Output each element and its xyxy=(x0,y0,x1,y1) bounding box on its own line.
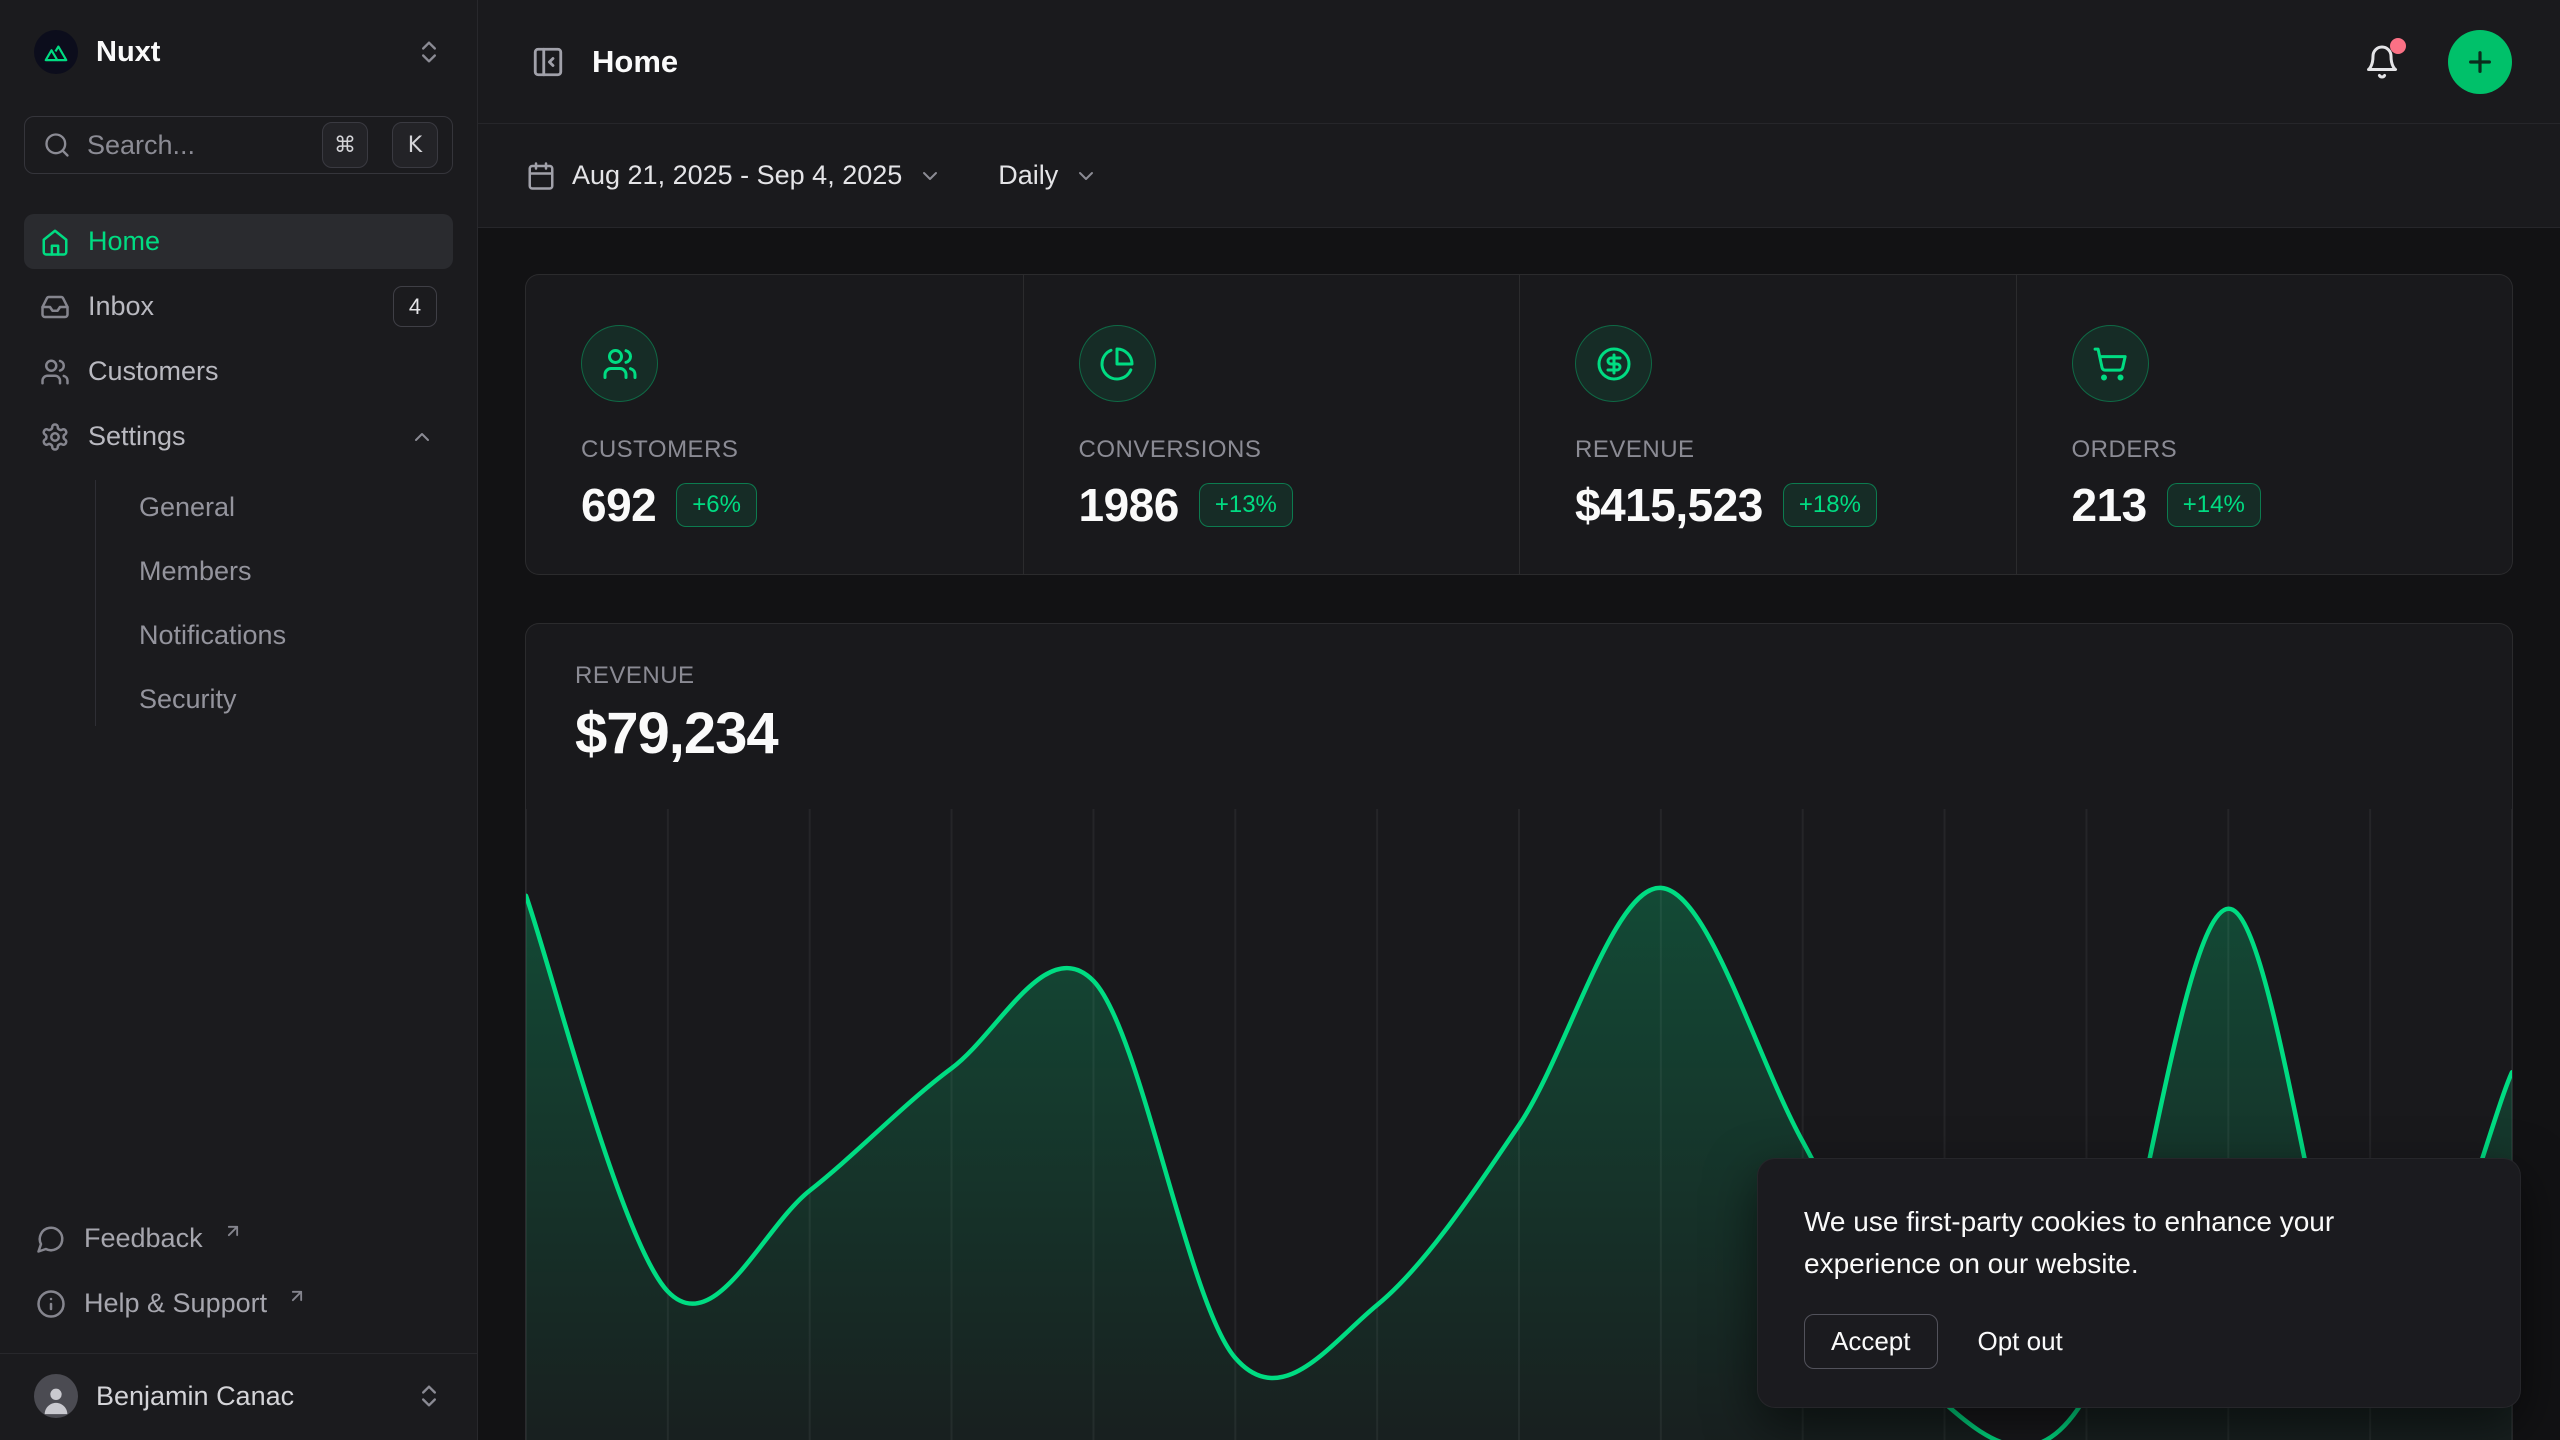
date-range-picker[interactable]: Aug 21, 2025 - Sep 4, 2025 xyxy=(526,160,942,191)
main-area: Home Aug 21, 2025 - Sep 4, 2025 Daily xyxy=(478,0,2560,1440)
stat-label: CUSTOMERS xyxy=(581,436,1023,464)
date-range-value: Aug 21, 2025 - Sep 4, 2025 xyxy=(572,160,902,191)
stat-delta-badge: +6% xyxy=(676,483,757,527)
workspace-switcher[interactable]: Nuxt xyxy=(24,20,453,84)
users-icon xyxy=(602,346,638,382)
topbar: Home xyxy=(478,0,2560,124)
footer-item-label: Feedback xyxy=(84,1223,203,1254)
user-name: Benjamin Canac xyxy=(96,1381,397,1412)
granularity-value: Daily xyxy=(998,160,1058,191)
add-button[interactable] xyxy=(2448,30,2512,94)
plus-icon xyxy=(2464,46,2496,78)
sidebar-item-label: Customers xyxy=(88,356,437,387)
sidebar-item-label: Inbox xyxy=(88,291,375,322)
circle-dollar-icon xyxy=(1596,346,1632,382)
stat-value: 213 xyxy=(2072,478,2147,532)
cookie-message: We use first-party cookies to enhance yo… xyxy=(1804,1201,2474,1284)
revenue-panel-value: $79,234 xyxy=(575,700,2512,767)
stat-conversions[interactable]: CONVERSIONS 1986 +13% xyxy=(1023,275,1520,574)
stat-delta-badge: +13% xyxy=(1199,483,1293,527)
stat-label: CONVERSIONS xyxy=(1079,436,1520,464)
notifications-button[interactable] xyxy=(2356,36,2408,88)
chevron-down-icon xyxy=(1074,164,1098,188)
sidebar-footer: Feedback Help & Support xyxy=(24,1211,453,1345)
info-icon xyxy=(36,1289,66,1319)
shopping-cart-icon xyxy=(2092,346,2128,382)
page-title: Home xyxy=(592,44,2334,80)
toolbar: Aug 21, 2025 - Sep 4, 2025 Daily xyxy=(478,124,2560,228)
sidebar-item-label: Home xyxy=(88,226,437,257)
unread-notification-dot xyxy=(2390,38,2406,54)
stat-orders[interactable]: ORDERS 213 +14% xyxy=(2016,275,2513,574)
sidebar-collapse-button[interactable] xyxy=(526,40,570,84)
kbd-k: K xyxy=(392,122,438,168)
gear-icon xyxy=(40,422,70,452)
stat-delta-badge: +18% xyxy=(1783,483,1877,527)
sidebar-item-inbox[interactable]: Inbox 4 xyxy=(24,279,453,334)
panel-left-close-icon xyxy=(531,45,565,79)
help-support-link[interactable]: Help & Support xyxy=(24,1276,453,1331)
granularity-select[interactable]: Daily xyxy=(998,160,1098,191)
sidebar-item-settings[interactable]: Settings xyxy=(24,409,453,464)
sidebar-item-customers[interactable]: Customers xyxy=(24,344,453,399)
cookie-consent-toast: We use first-party cookies to enhance yo… xyxy=(1757,1158,2521,1408)
external-link-arrow-icon xyxy=(223,1221,243,1241)
chevrons-up-down-icon xyxy=(415,1382,443,1410)
settings-subnav: General Members Notifications Security xyxy=(95,480,453,726)
sidebar-nav: Home Inbox 4 Customers Settings General … xyxy=(24,214,453,726)
stat-value: 1986 xyxy=(1079,478,1179,532)
accept-cookies-button[interactable]: Accept xyxy=(1804,1314,1938,1369)
search-placeholder: Search... xyxy=(87,130,306,161)
revenue-panel-label: REVENUE xyxy=(575,662,2512,690)
users-icon xyxy=(40,357,70,387)
stat-label: REVENUE xyxy=(1575,436,2016,464)
nuxt-logo-icon xyxy=(34,30,78,74)
workspace-name: Nuxt xyxy=(96,36,397,69)
home-icon xyxy=(40,227,70,257)
sidebar-item-general[interactable]: General xyxy=(129,480,453,534)
stat-label: ORDERS xyxy=(2072,436,2513,464)
sidebar-item-members[interactable]: Members xyxy=(129,544,453,598)
app-window: Nuxt Search... ⌘ K Home Inbox 4 Customer… xyxy=(0,0,2560,1440)
feedback-link[interactable]: Feedback xyxy=(24,1211,453,1266)
stat-delta-badge: +14% xyxy=(2167,483,2261,527)
pie-chart-icon xyxy=(1099,346,1135,382)
chevron-down-icon xyxy=(918,164,942,188)
sidebar-spacer xyxy=(24,726,453,1211)
calendar-icon xyxy=(526,161,556,191)
stat-value: 692 xyxy=(581,478,656,532)
user-menu[interactable]: Benjamin Canac xyxy=(24,1354,453,1440)
sidebar-item-label: Settings xyxy=(88,421,389,452)
stat-customers[interactable]: CUSTOMERS 692 +6% xyxy=(526,275,1023,574)
sidebar-item-notifications[interactable]: Notifications xyxy=(129,608,453,662)
avatar xyxy=(34,1374,78,1418)
sidebar-item-security[interactable]: Security xyxy=(129,672,453,726)
footer-item-label: Help & Support xyxy=(84,1288,267,1319)
external-link-arrow-icon xyxy=(287,1286,307,1306)
search-input[interactable]: Search... ⌘ K xyxy=(24,116,453,174)
chevrons-up-down-icon xyxy=(415,38,443,66)
inbox-unread-badge: 4 xyxy=(393,286,437,327)
chevron-up-icon xyxy=(407,425,437,449)
kbd-meta: ⌘ xyxy=(322,122,368,168)
stats-row: CUSTOMERS 692 +6% CONVERSIONS 1986 +13% xyxy=(525,274,2513,575)
dashboard-content: CUSTOMERS 692 +6% CONVERSIONS 1986 +13% xyxy=(478,228,2560,1440)
stat-revenue[interactable]: REVENUE $415,523 +18% xyxy=(1519,275,2016,574)
message-circle-icon xyxy=(36,1224,66,1254)
sidebar: Nuxt Search... ⌘ K Home Inbox 4 Customer… xyxy=(0,0,478,1440)
optout-cookies-button[interactable]: Opt out xyxy=(1978,1326,2063,1357)
stat-value: $415,523 xyxy=(1575,478,1763,532)
inbox-icon xyxy=(40,292,70,322)
search-icon xyxy=(43,131,71,159)
sidebar-item-home[interactable]: Home xyxy=(24,214,453,269)
